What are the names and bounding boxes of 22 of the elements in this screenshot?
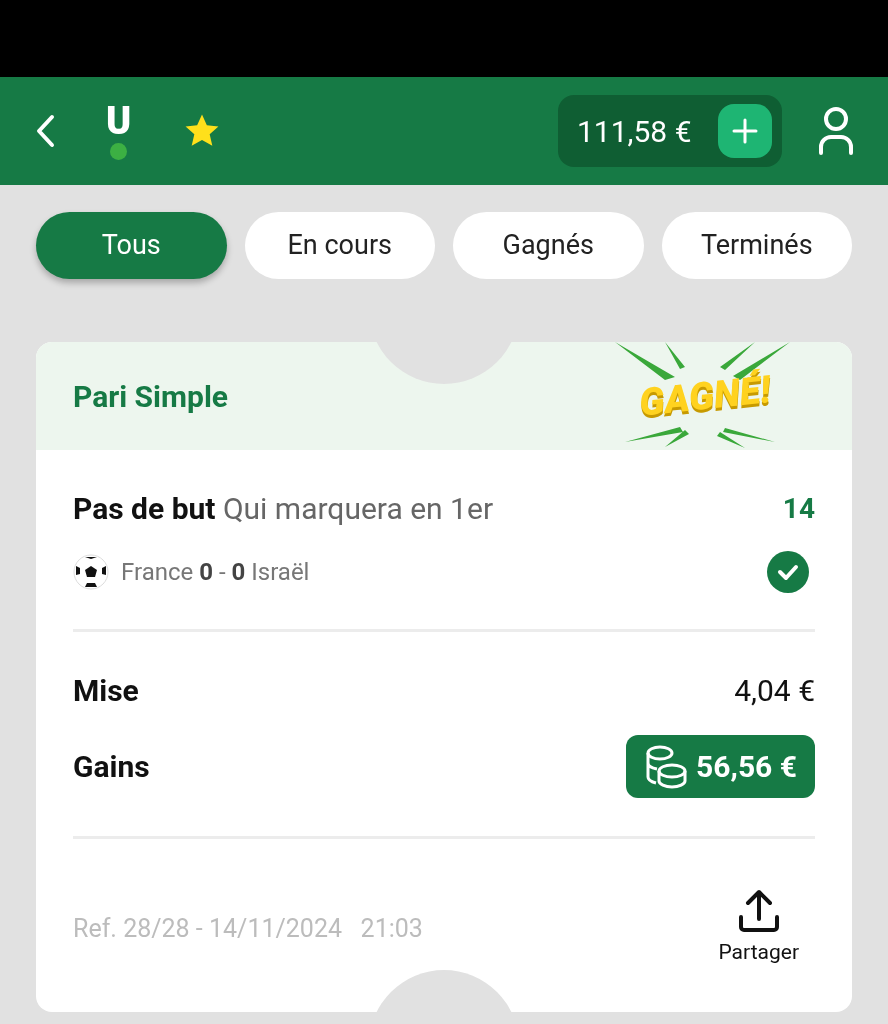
plus-icon <box>732 118 758 144</box>
filter-tab[interactable]: En cours <box>244 212 435 279</box>
football-icon <box>73 554 109 590</box>
filter-tab[interactable]: Terminés <box>661 212 852 279</box>
share-icon <box>737 889 780 933</box>
share-button[interactable]: Partager <box>718 889 799 969</box>
odds: 14 <box>782 490 815 527</box>
stake-label: Mise <box>73 672 139 710</box>
back-icon[interactable] <box>34 113 56 149</box>
bet-type: Pari Simple <box>73 377 229 416</box>
balance: 111,58 € <box>577 112 692 151</box>
gains-amount: 56,56 € <box>696 748 797 786</box>
selection-text: Pas de but Qui marquera en 1er <box>73 490 494 528</box>
filter-tab[interactable]: Gagnés <box>453 212 644 279</box>
bet-reference: Ref. 28/28 - 14/11/2024 21:03 <box>73 913 423 945</box>
user-icon[interactable] <box>818 107 854 155</box>
add-funds-button[interactable] <box>718 104 772 158</box>
stake-amount: 4,04 € <box>734 672 815 710</box>
gains-label: Gains <box>73 748 150 786</box>
logo[interactable]: U <box>106 102 132 139</box>
filter-tab[interactable]: Tous <box>36 212 227 279</box>
match-score: France 0 - 0 Israël <box>121 557 310 588</box>
